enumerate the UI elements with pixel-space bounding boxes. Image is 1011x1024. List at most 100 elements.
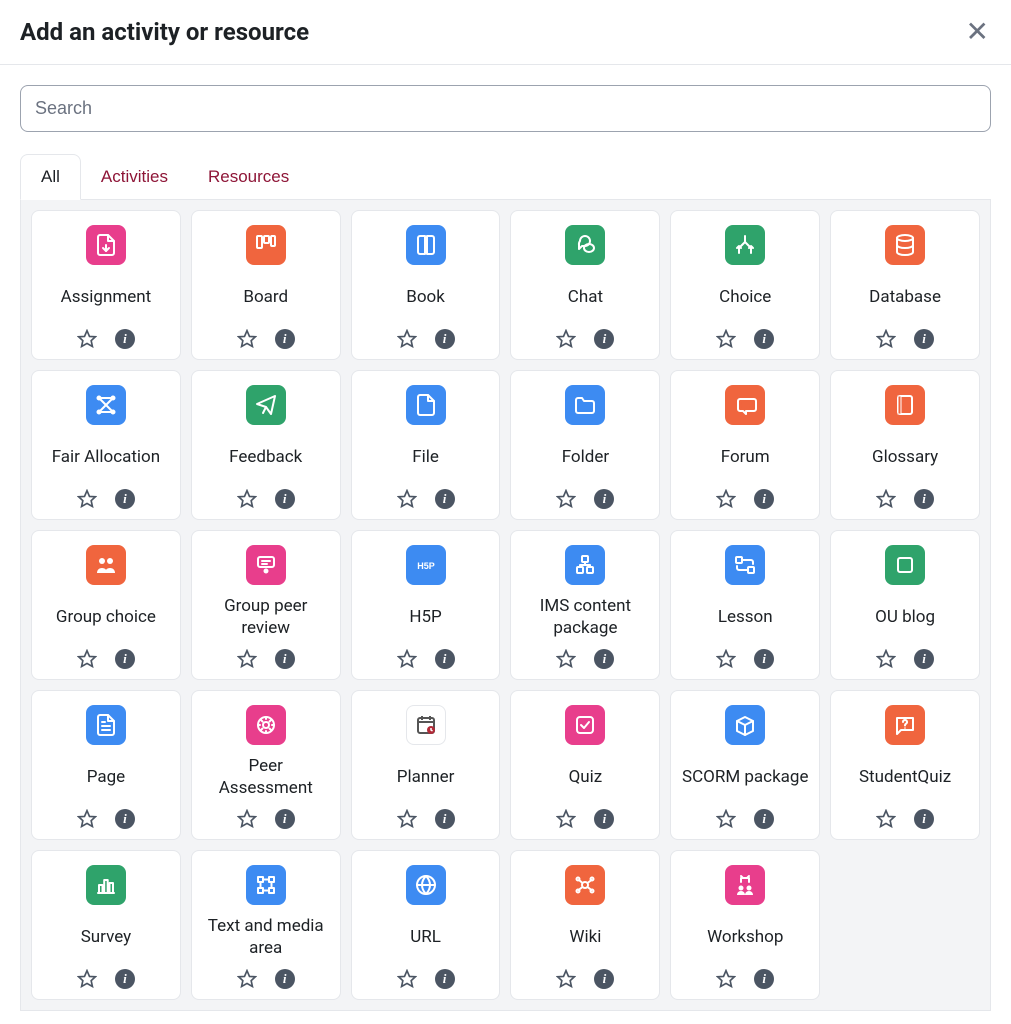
star-icon[interactable] — [237, 329, 257, 349]
star-icon[interactable] — [77, 649, 97, 669]
info-icon[interactable]: i — [754, 329, 774, 349]
info-icon[interactable]: i — [115, 329, 135, 349]
activity-chooser-modal: Add an activity or resource ✕ AllActivit… — [0, 0, 1011, 1011]
info-icon[interactable]: i — [914, 649, 934, 669]
activity-card-choice[interactable]: Choicei — [670, 210, 820, 360]
card-actions: i — [237, 329, 295, 349]
activity-label: Glossary — [872, 433, 938, 481]
activity-card-database[interactable]: Databasei — [830, 210, 980, 360]
activity-card-glossary[interactable]: Glossary i — [830, 370, 980, 520]
info-icon[interactable]: i — [754, 969, 774, 989]
star-icon[interactable] — [77, 809, 97, 829]
info-icon[interactable]: i — [594, 649, 614, 669]
info-icon[interactable]: i — [115, 649, 135, 669]
star-icon[interactable] — [237, 649, 257, 669]
activity-card-group-peer-review[interactable]: Group peer reviewi — [191, 530, 341, 680]
star-icon[interactable] — [876, 809, 896, 829]
info-icon[interactable]: i — [275, 809, 295, 829]
activity-card-assignment[interactable]: Assignmenti — [31, 210, 181, 360]
info-icon[interactable]: i — [754, 649, 774, 669]
star-icon[interactable] — [77, 969, 97, 989]
info-icon[interactable]: i — [115, 489, 135, 509]
star-icon[interactable] — [397, 649, 417, 669]
info-icon[interactable]: i — [754, 489, 774, 509]
star-icon[interactable] — [397, 969, 417, 989]
star-icon[interactable] — [397, 329, 417, 349]
close-button[interactable]: ✕ — [966, 18, 989, 46]
star-icon[interactable] — [716, 969, 736, 989]
info-icon[interactable]: i — [594, 969, 614, 989]
card-actions: i — [397, 489, 455, 509]
star-icon[interactable] — [876, 649, 896, 669]
activity-card-page[interactable]: Pagei — [31, 690, 181, 840]
info-icon[interactable]: i — [275, 329, 295, 349]
activity-card-folder[interactable]: Folderi — [510, 370, 660, 520]
tab-activities[interactable]: Activities — [81, 154, 188, 200]
star-icon[interactable] — [77, 329, 97, 349]
activity-card-lesson[interactable]: Lessoni — [670, 530, 820, 680]
star-icon[interactable] — [556, 809, 576, 829]
star-icon[interactable] — [556, 489, 576, 509]
star-icon[interactable] — [876, 329, 896, 349]
star-icon[interactable] — [237, 489, 257, 509]
star-icon[interactable] — [876, 489, 896, 509]
activity-label: Forum — [721, 433, 770, 481]
info-icon[interactable]: i — [435, 969, 455, 989]
activity-card-workshop[interactable]: Workshopi — [670, 850, 820, 1000]
info-icon[interactable]: i — [914, 489, 934, 509]
star-icon[interactable] — [716, 809, 736, 829]
activity-card-ims-content-package[interactable]: IMS content packagei — [510, 530, 660, 680]
star-icon[interactable] — [556, 329, 576, 349]
info-icon[interactable]: i — [435, 649, 455, 669]
info-icon[interactable]: i — [594, 809, 614, 829]
info-icon[interactable]: i — [115, 969, 135, 989]
activity-card-file[interactable]: Filei — [351, 370, 501, 520]
activity-card-url[interactable]: URLi — [351, 850, 501, 1000]
activity-card-h5p[interactable]: H5PH5Pi — [351, 530, 501, 680]
info-icon[interactable]: i — [914, 809, 934, 829]
activity-card-book[interactable]: Booki — [351, 210, 501, 360]
activity-card-board[interactable]: Boardi — [191, 210, 341, 360]
activity-card-chat[interactable]: Chati — [510, 210, 660, 360]
star-icon[interactable] — [397, 489, 417, 509]
info-icon[interactable]: i — [115, 809, 135, 829]
search-input[interactable] — [20, 85, 991, 132]
activity-card-text-and-media-area[interactable]: Text and media areai — [191, 850, 341, 1000]
star-icon[interactable] — [556, 969, 576, 989]
info-icon[interactable]: i — [435, 809, 455, 829]
star-icon[interactable] — [237, 969, 257, 989]
activity-card-peer-assessment[interactable]: Peer Assessmenti — [191, 690, 341, 840]
info-icon[interactable]: i — [914, 329, 934, 349]
card-actions: i — [77, 489, 135, 509]
info-icon[interactable]: i — [754, 809, 774, 829]
activity-card-survey[interactable]: Surveyi — [31, 850, 181, 1000]
info-icon[interactable]: i — [275, 649, 295, 669]
activity-card-planner[interactable]: Planneri — [351, 690, 501, 840]
activity-card-forum[interactable]: Forum i — [670, 370, 820, 520]
card-actions: i — [876, 809, 934, 829]
info-icon[interactable]: i — [275, 969, 295, 989]
star-icon[interactable] — [716, 329, 736, 349]
activity-card-ou-blog[interactable]: OU blogi — [830, 530, 980, 680]
tab-all[interactable]: All — [20, 154, 81, 200]
activity-card-group-choice[interactable]: Group choicei — [31, 530, 181, 680]
star-icon[interactable] — [716, 489, 736, 509]
activity-card-studentquiz[interactable]: StudentQuizi — [830, 690, 980, 840]
star-icon[interactable] — [716, 649, 736, 669]
star-icon[interactable] — [77, 489, 97, 509]
star-icon[interactable] — [556, 649, 576, 669]
info-icon[interactable]: i — [435, 329, 455, 349]
info-icon[interactable]: i — [594, 329, 614, 349]
activity-card-scorm-package[interactable]: SCORM packagei — [670, 690, 820, 840]
info-icon[interactable]: i — [275, 489, 295, 509]
info-icon[interactable]: i — [435, 489, 455, 509]
activity-card-fair-allocation[interactable]: Fair Allocationi — [31, 370, 181, 520]
info-icon[interactable]: i — [594, 489, 614, 509]
star-icon[interactable] — [237, 809, 257, 829]
activity-card-feedback[interactable]: Feedbacki — [191, 370, 341, 520]
planner-icon — [406, 705, 446, 745]
activity-card-quiz[interactable]: Quizi — [510, 690, 660, 840]
star-icon[interactable] — [397, 809, 417, 829]
tab-resources[interactable]: Resources — [188, 154, 309, 200]
activity-card-wiki[interactable]: Wikii — [510, 850, 660, 1000]
